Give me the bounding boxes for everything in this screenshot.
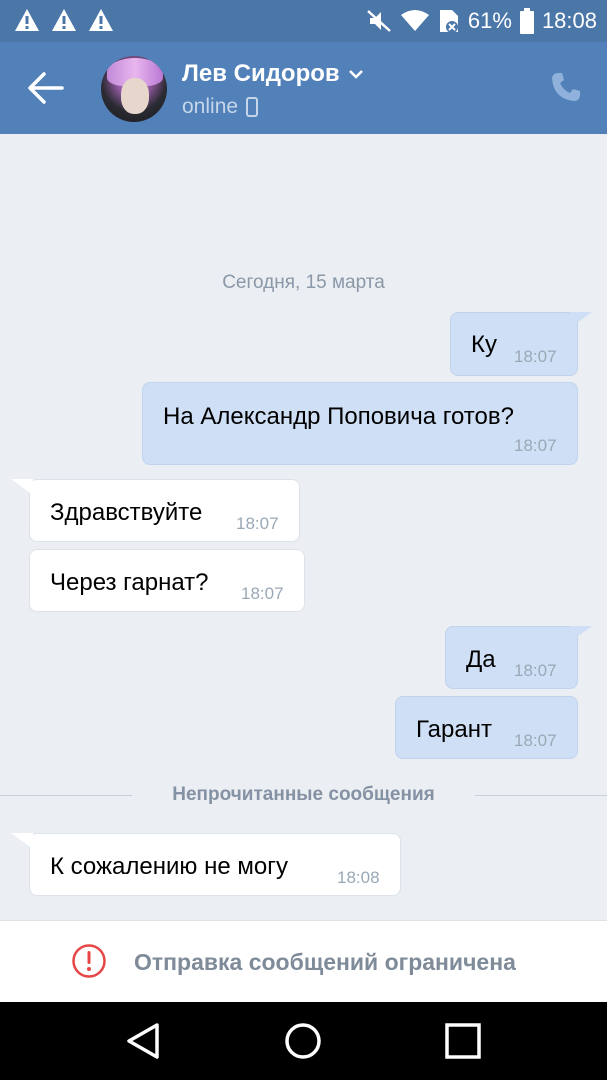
contact-title[interactable]: Лев Сидоров	[182, 60, 364, 88]
message-text: Гарант	[416, 716, 492, 743]
unread-label: Непрочитанные сообщения	[172, 784, 435, 805]
bubble-tail	[570, 312, 592, 328]
warning-icon	[89, 9, 113, 31]
mute-icon	[367, 10, 391, 32]
home-nav-icon[interactable]	[284, 1022, 322, 1060]
restriction-text: Отправка сообщений ограничена	[134, 949, 516, 975]
recents-nav-icon[interactable]	[445, 1023, 481, 1059]
bubble-tail	[11, 479, 33, 495]
presence-status: online	[182, 95, 259, 119]
message-bubble[interactable]: На Александр Поповича готов? 18:07	[142, 382, 578, 465]
message-bubble[interactable]: Ку 18:07	[450, 312, 578, 376]
presence-text: online	[182, 95, 239, 118]
message-time: 18:07	[514, 731, 557, 750]
message-text: Да	[466, 646, 496, 673]
battery-percent: 61%	[467, 8, 512, 33]
message-bubble[interactable]: К сожалению не могу 18:08	[29, 833, 401, 896]
message-bubble[interactable]: Через гарнат? 18:07	[29, 549, 305, 612]
battery-icon	[519, 8, 534, 34]
message-time: 18:07	[236, 514, 279, 533]
message-bubble[interactable]: Здравствуйте 18:07	[29, 479, 300, 542]
sim-icon	[439, 10, 458, 33]
chevron-down-icon	[348, 70, 363, 79]
message-text: Ку	[471, 331, 497, 358]
alert-circle-icon	[72, 944, 106, 978]
message-time: 18:07	[514, 347, 557, 366]
messaging-restricted-banner: Отправка сообщений ограничена	[0, 920, 607, 1003]
mobile-icon	[246, 97, 259, 117]
message-time: 18:08	[337, 868, 380, 887]
message-text: К сожалению не могу	[50, 853, 288, 880]
date-separator: Сегодня, 15 марта	[222, 272, 385, 293]
message-text: Через гарнат?	[50, 569, 209, 596]
message-text: На Александр Поповича готов?	[163, 403, 514, 430]
bubble-tail	[11, 833, 33, 849]
system-navigation-bar	[0, 1002, 607, 1080]
message-time: 18:07	[514, 661, 557, 680]
message-bubble[interactable]: Гарант 18:07	[395, 696, 578, 759]
message-bubble[interactable]: Да 18:07	[445, 626, 578, 689]
warning-icon	[15, 9, 39, 31]
message-time: 18:07	[514, 436, 557, 455]
wifi-icon	[400, 10, 429, 31]
bubble-tail	[570, 626, 592, 642]
chat-header: Лев Сидоров online	[0, 42, 607, 134]
contact-name: Лев Сидоров	[182, 60, 340, 87]
back-arrow-icon[interactable]	[26, 70, 66, 106]
status-bar: 61% 18:08	[0, 0, 607, 42]
back-nav-icon[interactable]	[125, 1022, 161, 1060]
message-time: 18:07	[241, 584, 284, 603]
phone-call-icon[interactable]	[549, 70, 583, 104]
avatar[interactable]	[101, 56, 167, 122]
message-text: Здравствуйте	[50, 499, 203, 526]
warning-icon	[52, 9, 76, 31]
status-time: 18:08	[541, 8, 597, 33]
unread-separator: Непрочитанные сообщения	[0, 784, 607, 808]
